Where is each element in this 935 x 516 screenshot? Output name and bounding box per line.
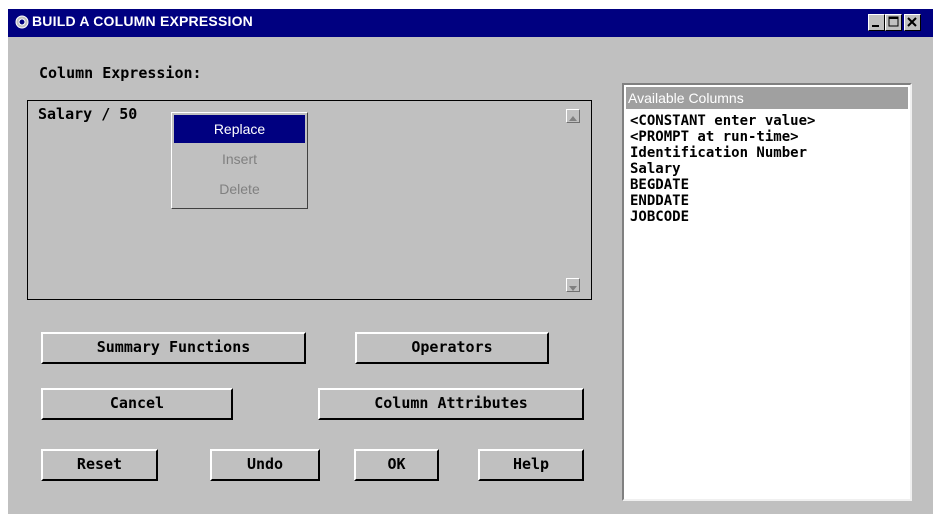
minimize-icon xyxy=(872,25,879,27)
scroll-down-button[interactable] xyxy=(566,278,580,292)
list-item[interactable]: Salary xyxy=(630,161,815,177)
summary-functions-button[interactable]: Summary Functions xyxy=(41,332,306,364)
cancel-button[interactable]: Cancel xyxy=(41,388,233,420)
arrow-down-icon xyxy=(569,286,577,291)
operators-button[interactable]: Operators xyxy=(355,332,549,364)
close-button[interactable] xyxy=(904,14,921,31)
expression-value[interactable]: Salary / 50 xyxy=(38,105,137,123)
help-button[interactable]: Help xyxy=(478,449,584,481)
available-columns-items: <CONSTANT enter value> <PROMPT at run-ti… xyxy=(630,113,815,225)
available-columns-list[interactable]: Available Columns <CONSTANT enter value>… xyxy=(622,83,912,501)
close-icon xyxy=(907,17,917,27)
list-item[interactable]: <PROMPT at run-time> xyxy=(630,129,815,145)
list-item[interactable]: JOBCODE xyxy=(630,209,815,225)
menu-item-delete[interactable]: Delete xyxy=(174,175,305,203)
context-menu: Replace Insert Delete xyxy=(171,112,308,209)
arrow-up-icon xyxy=(569,116,577,121)
minimize-button[interactable] xyxy=(868,14,885,31)
maximize-button[interactable] xyxy=(885,14,902,31)
column-attributes-button[interactable]: Column Attributes xyxy=(318,388,584,420)
dialog-window: BUILD A COLUMN EXPRESSION Column Express… xyxy=(8,9,933,514)
list-item[interactable]: <CONSTANT enter value> xyxy=(630,113,815,129)
reset-button[interactable]: Reset xyxy=(41,449,158,481)
list-item[interactable]: BEGDATE xyxy=(630,177,815,193)
title-bar[interactable]: BUILD A COLUMN EXPRESSION xyxy=(8,9,933,37)
expression-textarea[interactable]: Salary / 50 xyxy=(27,100,592,300)
window-title: BUILD A COLUMN EXPRESSION xyxy=(32,13,253,29)
menu-item-replace[interactable]: Replace xyxy=(174,115,305,143)
list-item[interactable]: ENDDATE xyxy=(630,193,815,209)
ok-button[interactable]: OK xyxy=(354,449,439,481)
menu-item-insert[interactable]: Insert xyxy=(174,145,305,173)
maximize-icon xyxy=(888,16,899,27)
scroll-up-button[interactable] xyxy=(566,109,580,123)
undo-button[interactable]: Undo xyxy=(210,449,320,481)
column-expression-label: Column Expression: xyxy=(39,64,202,82)
sas-app-icon xyxy=(15,15,29,29)
available-columns-header: Available Columns xyxy=(626,87,908,109)
list-item[interactable]: Identification Number xyxy=(630,145,815,161)
